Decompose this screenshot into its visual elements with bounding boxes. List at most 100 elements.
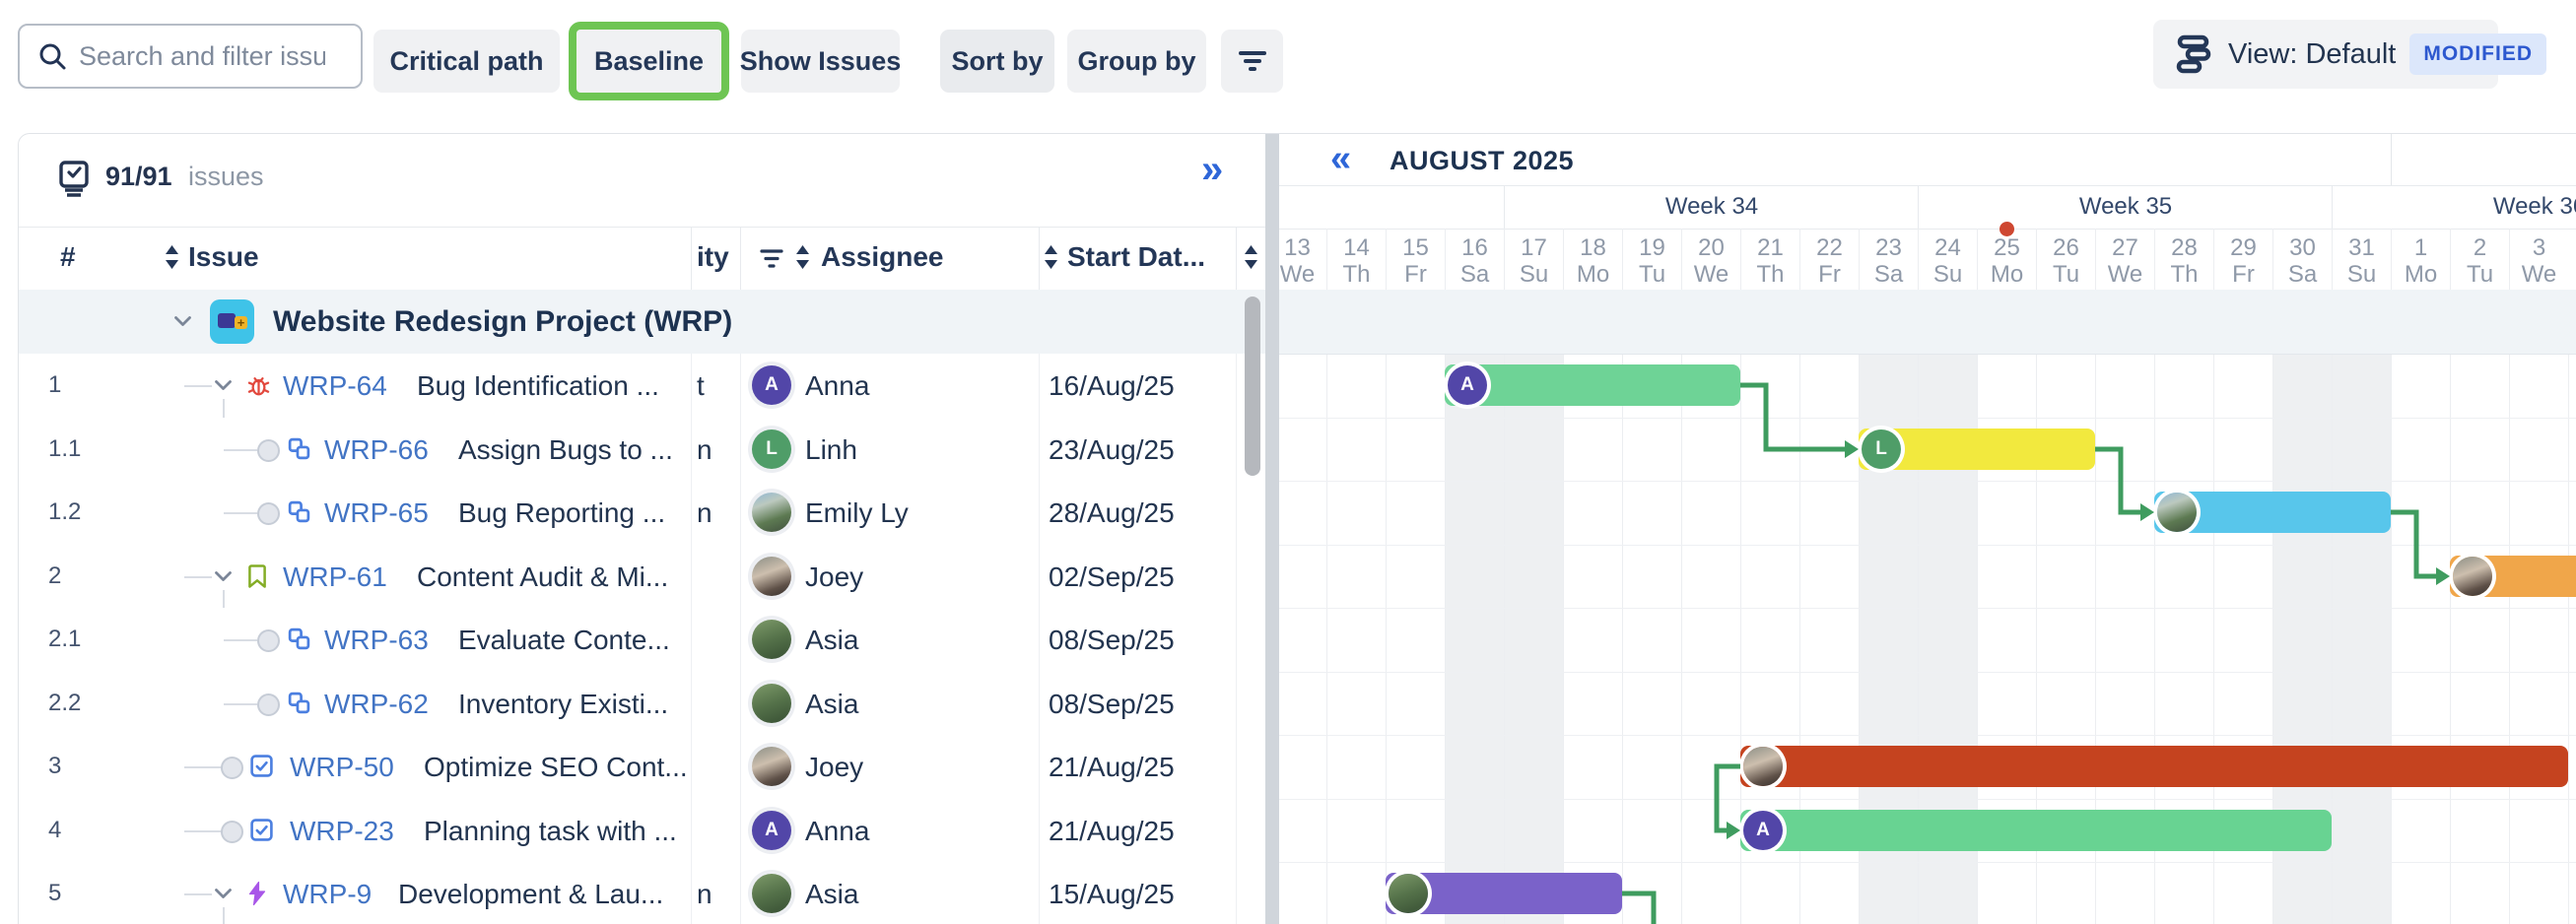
- issue-key-link[interactable]: WRP-63: [324, 625, 429, 656]
- table-scrollbar[interactable]: [1245, 297, 1260, 476]
- connector-arrow-icon: [1727, 822, 1740, 839]
- epic-icon: [245, 881, 269, 906]
- start-date-cell: 16/Aug/25: [1049, 370, 1175, 402]
- connector-line: [1717, 766, 1740, 830]
- col-divider: [740, 354, 741, 418]
- table-row[interactable]: 3WRP-50Optimize SEO Cont...Joey21/Aug/25: [19, 735, 1265, 800]
- column-num[interactable]: #: [60, 241, 76, 273]
- row-chevron-down-icon[interactable]: [214, 888, 233, 900]
- start-date-cell: 08/Sep/25: [1049, 625, 1175, 656]
- table-row[interactable]: 1.1WRP-66Assign Bugs to ...nLLinh23/Aug/…: [19, 418, 1265, 483]
- gridline-vertical: [2450, 290, 2451, 924]
- tree-stub-line: [224, 639, 257, 641]
- start-date-cell: 23/Aug/25: [1049, 434, 1175, 466]
- end-date-sort-icon[interactable]: [1244, 244, 1258, 270]
- issue-key-link[interactable]: WRP-61: [283, 561, 387, 593]
- expand-panel-icon[interactable]: »: [1201, 150, 1223, 189]
- issue-summary: Evaluate Conte...: [458, 625, 670, 656]
- day-cell: 25Mo: [1977, 229, 2036, 290]
- col-divider: [1039, 418, 1040, 482]
- row-number: 2: [48, 562, 61, 590]
- issue-key-link[interactable]: WRP-23: [290, 816, 394, 847]
- show-issues-button[interactable]: Show Issues: [741, 30, 900, 93]
- table-row[interactable]: 5WRP-9Development & Lau...nAsia15/Aug/25: [19, 862, 1265, 924]
- scroll-left-icon[interactable]: «: [1330, 140, 1351, 177]
- table-row[interactable]: 2.1WRP-63Evaluate Conte...Asia08/Sep/25: [19, 608, 1265, 673]
- issue-key-link[interactable]: WRP-65: [324, 497, 429, 529]
- issue-key-link[interactable]: WRP-64: [283, 370, 387, 402]
- table-row[interactable]: 4WRP-23Planning task with ...AAnna21/Aug…: [19, 799, 1265, 864]
- story-icon: [245, 563, 269, 589]
- issue-summary: Development & Lau...: [398, 879, 663, 910]
- gridline-horizontal: [1279, 545, 2576, 546]
- gridline-vertical: [2036, 290, 2037, 924]
- critical-path-button[interactable]: Critical path: [373, 30, 560, 93]
- col-divider: [691, 418, 692, 482]
- col-divider: [1039, 862, 1040, 924]
- gantt-bar[interactable]: [1859, 429, 2095, 470]
- baseline-button[interactable]: Baseline: [576, 30, 721, 93]
- gridline-vertical: [1622, 290, 1623, 924]
- gantt-bar[interactable]: [1386, 873, 1622, 914]
- gridline-horizontal: [1279, 862, 2576, 863]
- gridline-vertical: [2095, 290, 2096, 924]
- issue-key-link[interactable]: WRP-50: [290, 752, 394, 783]
- project-row[interactable]: +Website Redesign Project (WRP): [19, 290, 1265, 355]
- row-chevron-down-icon[interactable]: [214, 379, 233, 392]
- gantt-bar[interactable]: [2450, 556, 2576, 597]
- tree-stub-line: [224, 449, 257, 451]
- issue-key-link[interactable]: WRP-62: [324, 689, 429, 720]
- month-boundary: [2391, 134, 2392, 185]
- gridline-vertical: [2272, 290, 2273, 924]
- start-date-cell: 15/Aug/25: [1049, 879, 1175, 910]
- gridline-vertical: [1445, 290, 1446, 924]
- row-number: 2.2: [48, 690, 81, 717]
- issue-key-link[interactable]: WRP-9: [283, 879, 372, 910]
- gridline-vertical: [1918, 290, 1919, 924]
- issue-sort-icon[interactable]: [165, 244, 179, 270]
- assignee-sort-icon[interactable]: [795, 244, 810, 270]
- table-row[interactable]: 1.2WRP-65Bug Reporting ...nEmily Ly28/Au…: [19, 481, 1265, 546]
- group-by-button[interactable]: Group by: [1067, 30, 1206, 93]
- month-label: AUGUST 2025: [1390, 146, 1574, 176]
- search-input[interactable]: [77, 40, 327, 73]
- view-selector-button[interactable]: View: Default MODIFIED: [2153, 20, 2498, 89]
- day-cell: 19Tu: [1622, 229, 1681, 290]
- table-row[interactable]: 2WRP-61Content Audit & Mi...Joey02/Sep/2…: [19, 545, 1265, 610]
- panel-resize-divider[interactable]: [1265, 134, 1279, 924]
- assignee-filter-icon[interactable]: [760, 248, 783, 269]
- column-assignee[interactable]: Assignee: [821, 241, 944, 273]
- gridline-vertical: [2568, 290, 2569, 924]
- column-start-date[interactable]: Start Dat...: [1067, 241, 1205, 273]
- tree-stub-line: [224, 512, 257, 514]
- col-divider: [740, 672, 741, 736]
- start-date-cell: 21/Aug/25: [1049, 816, 1175, 847]
- gantt-bar[interactable]: [1445, 364, 1740, 406]
- column-priority-clipped[interactable]: ity: [697, 241, 729, 273]
- assignee-avatar: [752, 747, 791, 786]
- table-row[interactable]: 1WRP-64Bug Identification ...tAAnna16/Au…: [19, 354, 1265, 419]
- row-chevron-down-icon[interactable]: [214, 570, 233, 583]
- gridline-vertical: [2154, 290, 2155, 924]
- gantt-bar[interactable]: [1740, 810, 2332, 851]
- assignee-avatar: L: [752, 429, 791, 469]
- column-issue[interactable]: Issue: [188, 241, 259, 273]
- gantt-app-screen: Critical path Baseline Show Issues Sort …: [0, 0, 2576, 924]
- gantt-bar[interactable]: [2154, 492, 2391, 533]
- table-row[interactable]: 2.2WRP-62Inventory Existi...Asia08/Sep/2…: [19, 672, 1265, 737]
- assignee-name: Emily Ly: [805, 497, 909, 529]
- start-date-cell: 21/Aug/25: [1049, 752, 1175, 783]
- filter-button[interactable]: [1221, 30, 1283, 93]
- col-divider: [691, 799, 692, 863]
- project-chevron-down-icon[interactable]: [173, 315, 192, 328]
- gantt-bar[interactable]: [1740, 746, 2568, 787]
- issue-table-body: +Website Redesign Project (WRP)1WRP-64Bu…: [19, 290, 1265, 924]
- start-date-sort-icon[interactable]: [1044, 244, 1058, 270]
- week-label: Week 36: [2493, 193, 2576, 221]
- sort-by-button[interactable]: Sort by: [940, 30, 1054, 93]
- day-cell: 30Sa: [2272, 229, 2332, 290]
- tree-stub-line: [184, 830, 222, 832]
- day-cell: 26Tu: [2036, 229, 2095, 290]
- issue-key-link[interactable]: WRP-66: [324, 434, 429, 466]
- col-divider: [1236, 354, 1237, 418]
